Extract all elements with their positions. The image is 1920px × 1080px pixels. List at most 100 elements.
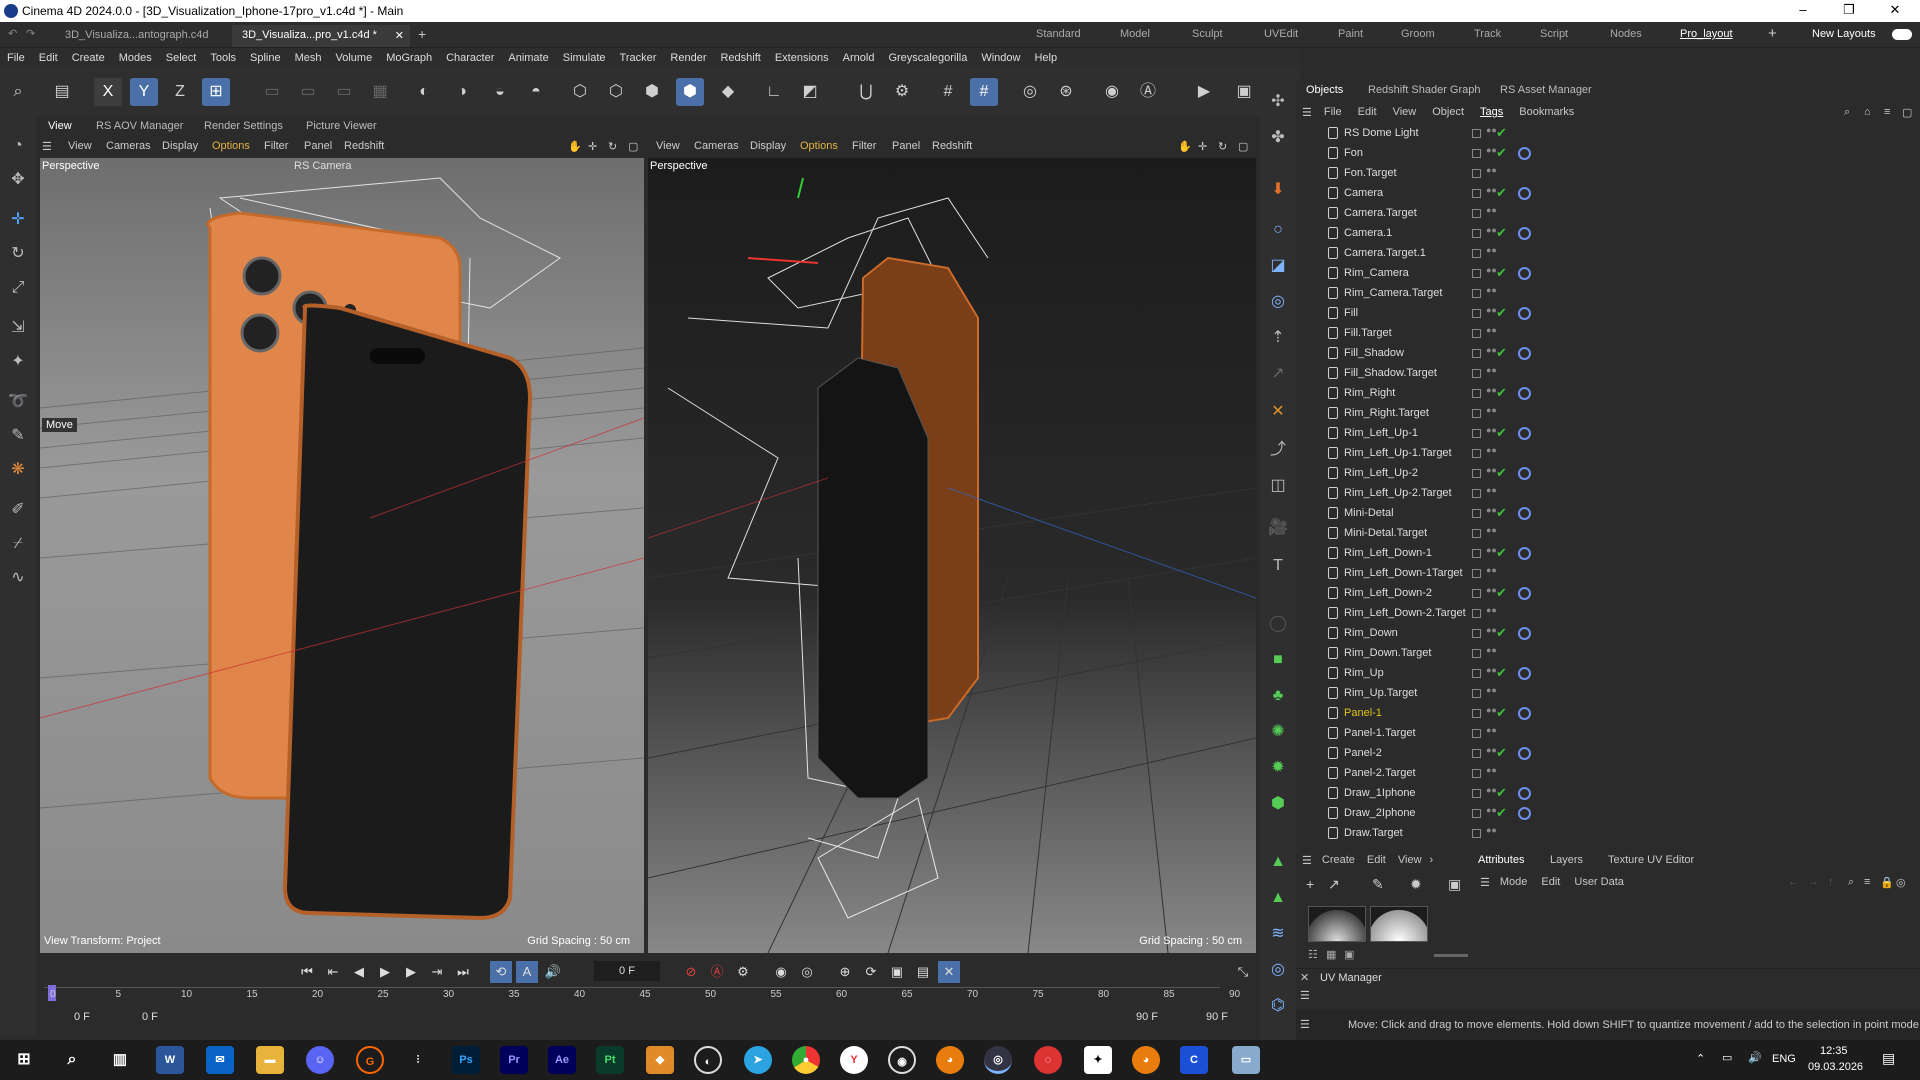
vp1-menu-redshift[interactable]: Redshift (344, 140, 384, 152)
edit-visibility-icon[interactable] (1472, 149, 1481, 158)
photoshop-icon[interactable]: Ps (452, 1046, 480, 1074)
layout-pro[interactable]: Pro_layout (1680, 28, 1733, 40)
status-hamburger-icon[interactable]: ☰ (1300, 1018, 1310, 1031)
locked-workplane-icon[interactable]: ⊛ (1052, 78, 1080, 106)
material-add-icon[interactable]: + (1306, 876, 1314, 892)
orbit-icon-2[interactable]: ↻ (1218, 140, 1227, 153)
keyframe-icon[interactable]: ▭ (330, 78, 358, 106)
mm-menu-edit[interactable]: Edit (1367, 854, 1386, 866)
edit-visibility-icon[interactable] (1472, 669, 1481, 678)
enabled-check-icon[interactable]: ✔ (1496, 545, 1507, 561)
target-tag-icon[interactable] (1518, 707, 1531, 720)
maximize-view-icon[interactable]: ▢ (628, 140, 638, 153)
object-row[interactable]: Rim_Right ●● ✔ (1296, 384, 1920, 404)
menu-edit[interactable]: Edit (39, 52, 58, 64)
enabled-check-icon[interactable]: ✔ (1496, 785, 1507, 801)
object-row[interactable]: Fon ●● ✔ (1296, 144, 1920, 164)
visibility-dots-icon[interactable]: ●● (1486, 586, 1497, 599)
edit-visibility-icon[interactable] (1472, 209, 1481, 218)
visibility-dots-icon[interactable]: ●● (1486, 506, 1497, 519)
object-row[interactable]: Camera.Target.1 ●● (1296, 244, 1920, 264)
selection-icon[interactable]: ✥ (4, 166, 32, 194)
om-search-icon[interactable]: ⌕ (1844, 106, 1850, 119)
menu-tools[interactable]: Tools (210, 52, 236, 64)
houdini-icon[interactable]: ◌ (1034, 1046, 1062, 1074)
search-icon[interactable]: ⌕ (4, 78, 32, 106)
menu-file[interactable]: File (7, 52, 25, 64)
volume-icon[interactable]: 🔊 (1748, 1051, 1762, 1064)
target-tag-icon[interactable] (1518, 427, 1531, 440)
om-menu-edit[interactable]: Edit (1358, 106, 1377, 118)
blender-icon[interactable]: ◕ (936, 1046, 964, 1074)
menu-greyscalegorilla[interactable]: Greyscalegorilla (888, 52, 967, 64)
layout-standard[interactable]: Standard (1036, 28, 1081, 40)
object-row[interactable]: Fill_Shadow ●● ✔ (1296, 344, 1920, 364)
uv-mode-icon[interactable]: ◆ (714, 78, 742, 106)
edit-visibility-icon[interactable] (1472, 629, 1481, 638)
visibility-dots-icon[interactable]: ●● (1486, 306, 1497, 319)
tab-texture-uv-editor[interactable]: Texture UV Editor (1608, 854, 1694, 866)
enabled-check-icon[interactable]: ✔ (1496, 425, 1507, 441)
enabled-check-icon[interactable]: ✔ (1496, 145, 1507, 161)
target-tag-icon[interactable] (1518, 507, 1531, 520)
plugin-icon[interactable]: ⌬ (1264, 992, 1292, 1020)
object-row[interactable]: Rim_Left_Down-1 ●● ✔ (1296, 544, 1920, 564)
object-row[interactable]: Draw.Target ●● (1296, 824, 1920, 844)
viewport-perspective-2[interactable]: Perspective Grid Spacing : 50 cm (648, 158, 1256, 953)
menu-arnold[interactable]: Arnold (843, 52, 875, 64)
minimize-icon[interactable]: – (1780, 0, 1826, 22)
pen-icon[interactable]: ✎ (4, 422, 32, 450)
vp2-menu-display[interactable]: Display (750, 140, 786, 152)
up-arrow-icon[interactable]: ↑ (1828, 876, 1834, 888)
back-arrow-icon[interactable]: ← (1788, 876, 1799, 888)
pen-spline-icon[interactable]: ◪ (1264, 252, 1292, 280)
maximize-view-icon-2[interactable]: ▢ (1238, 140, 1248, 153)
target-tag-icon[interactable] (1518, 807, 1531, 820)
om-menu-object[interactable]: Object (1432, 106, 1464, 118)
visibility-dots-icon[interactable]: ●● (1486, 546, 1497, 559)
painter-icon[interactable]: Pt (596, 1046, 624, 1074)
close-tab-icon[interactable]: ✕ (395, 29, 404, 42)
edit-visibility-icon[interactable] (1472, 829, 1481, 838)
notifications-icon[interactable]: ▤ (1882, 1050, 1895, 1067)
object-row[interactable]: Fill_Shadow.Target ●● (1296, 364, 1920, 384)
edit-visibility-icon[interactable] (1472, 429, 1481, 438)
edit-visibility-icon[interactable] (1472, 469, 1481, 478)
doc-tab-2[interactable]: 3D_Visualiza...pro_v1.c4d * ✕ (232, 25, 410, 47)
edit-visibility-icon[interactable] (1472, 749, 1481, 758)
vp1-menu-view[interactable]: View (68, 140, 92, 152)
forward-arrow-icon[interactable]: → (1808, 876, 1819, 888)
edit-visibility-icon[interactable] (1472, 769, 1481, 778)
connect-icon[interactable]: ⤴ (1264, 436, 1292, 464)
edit-visibility-icon[interactable] (1472, 289, 1481, 298)
material-gear-icon[interactable]: ✹ (1410, 876, 1422, 893)
visibility-dots-icon[interactable]: ●● (1486, 366, 1497, 379)
deformer-icon[interactable]: ▲ (1264, 884, 1292, 912)
tray-chevron-icon[interactable]: ⌃ (1696, 1052, 1705, 1065)
axis-z-button[interactable]: Z (166, 78, 194, 106)
points-mode-icon[interactable]: ⬡ (566, 78, 594, 106)
tab-redshift-shader-graph[interactable]: Redshift Shader Graph (1368, 84, 1481, 96)
target-tag-icon[interactable] (1518, 587, 1531, 600)
visibility-dots-icon[interactable]: ●● (1486, 186, 1497, 199)
drop-to-floor-icon[interactable]: ⬇ (1264, 176, 1292, 204)
visibility-dots-icon[interactable]: ●● (1486, 226, 1497, 239)
grammarly-icon[interactable]: G (356, 1046, 384, 1074)
brush-icon[interactable]: ✐ (4, 496, 32, 524)
add-layout-icon[interactable]: + (1768, 25, 1777, 42)
magnet-icon[interactable]: ⋃ (852, 78, 880, 106)
edit-visibility-icon[interactable] (1472, 649, 1481, 658)
doc-tab-1[interactable]: 3D_Visualiza...antograph.c4d (55, 25, 219, 47)
clock-date[interactable]: 09.03.2026 (1808, 1061, 1863, 1073)
blender-box-icon[interactable]: ◆ (646, 1046, 674, 1074)
cube-icon[interactable]: ■ (1264, 646, 1292, 674)
axis-mode-icon[interactable]: ∟ (760, 78, 788, 106)
edit-visibility-icon[interactable] (1472, 389, 1481, 398)
timeline-end-field[interactable]: 90 F (1206, 1011, 1228, 1023)
object-row[interactable]: Fill.Target ●● (1296, 324, 1920, 344)
light-icon[interactable]: ◯ (1264, 610, 1292, 638)
vp1-menu-cameras[interactable]: Cameras (106, 140, 151, 152)
visibility-dots-icon[interactable]: ●● (1486, 766, 1497, 779)
menu-modes[interactable]: Modes (119, 52, 152, 64)
edit-visibility-icon[interactable] (1472, 129, 1481, 138)
